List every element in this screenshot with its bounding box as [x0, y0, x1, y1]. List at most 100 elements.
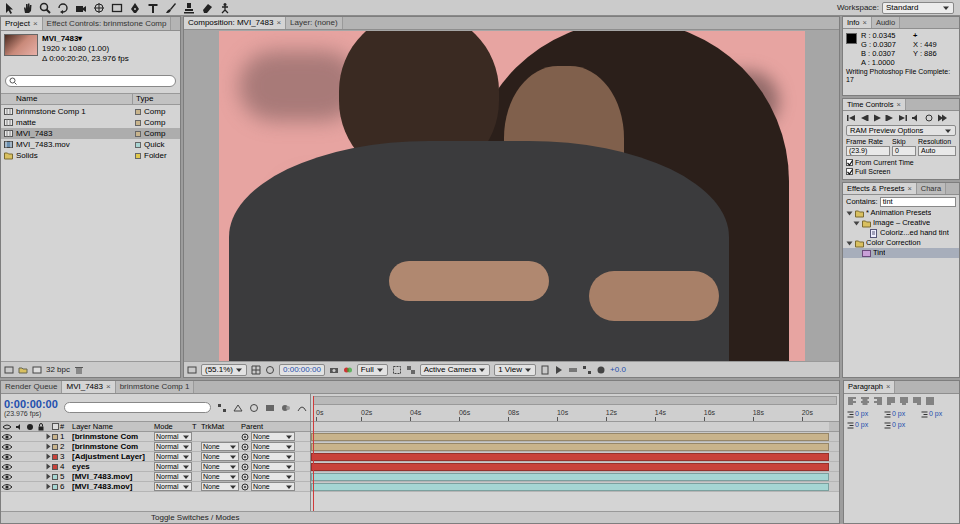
panel-tab[interactable]: Composition: MVI_7483× [184, 17, 286, 29]
align-icon[interactable] [847, 396, 857, 406]
panel-tab[interactable]: Info× [843, 17, 872, 28]
column-t[interactable]: T [192, 421, 201, 432]
mode-dropdown[interactable]: Normal [154, 482, 192, 491]
close-button[interactable]: × [907, 183, 911, 194]
trkmat-dropdown[interactable]: None [201, 442, 239, 451]
camera-dropdown[interactable]: Active Camera [420, 364, 490, 376]
exposure-value[interactable]: +0.0 [610, 364, 626, 376]
previous-frame-icon[interactable] [859, 113, 869, 123]
disclosure-icon[interactable] [846, 210, 853, 217]
column-index[interactable]: # [60, 421, 72, 432]
column-layer-name[interactable]: Layer Name [72, 421, 154, 432]
eye-icon[interactable] [1, 442, 13, 452]
trkmat-dropdown[interactable]: None [201, 472, 239, 481]
close-button[interactable]: × [863, 17, 867, 28]
expand-toggle[interactable] [45, 453, 52, 460]
effects-tree-item[interactable]: Image – Creative [843, 218, 959, 228]
brush-tool-icon[interactable] [165, 2, 177, 14]
parent-dropdown[interactable]: None [251, 452, 295, 461]
toggle-switches-modes[interactable]: Toggle Switches / Modes [151, 513, 240, 523]
interpret-icon[interactable] [4, 365, 14, 375]
pan-behind-tool-icon[interactable] [93, 2, 105, 14]
layer-name[interactable]: [brinmstone Com [72, 442, 154, 452]
label-color[interactable] [52, 474, 58, 480]
zoom-dropdown[interactable]: (55.1%) [201, 364, 247, 376]
align-icon[interactable] [925, 396, 935, 406]
label-color[interactable] [52, 484, 58, 490]
pickwhip-icon[interactable] [241, 443, 249, 451]
label-color[interactable] [52, 444, 58, 450]
eye-icon[interactable] [1, 472, 13, 482]
disclosure-icon[interactable] [853, 220, 860, 227]
indent-field[interactable]: 0 px [884, 410, 919, 418]
panel-tab[interactable]: Effect Controls: brinmstone Comp [43, 17, 172, 30]
trkmat-dropdown[interactable]: None [201, 462, 239, 471]
panel-tab[interactable]: Render Queue [1, 381, 62, 393]
indent-field[interactable]: 0 px [921, 410, 956, 418]
audio-icon[interactable] [911, 113, 921, 123]
expand-toggle[interactable] [45, 433, 52, 440]
project-item[interactable]: brinmstone Comp 1Comp [1, 106, 180, 117]
always-preview-icon[interactable] [187, 365, 197, 375]
channel-icon[interactable] [343, 365, 353, 375]
disclosure-icon[interactable] [846, 240, 853, 247]
panel-tab[interactable]: Chara [917, 183, 946, 194]
panel-tab[interactable]: Project× [1, 17, 43, 30]
label-color[interactable] [52, 434, 58, 440]
column-trkmat[interactable]: TrkMat [201, 421, 239, 432]
close-button[interactable]: × [276, 17, 281, 29]
parent-dropdown[interactable]: None [251, 472, 295, 481]
pickwhip-icon[interactable] [241, 463, 249, 471]
column-name[interactable]: Name [4, 93, 132, 105]
indent-field[interactable]: 0 px [847, 421, 882, 429]
pickwhip-icon[interactable] [241, 453, 249, 461]
layer-row[interactable]: 6[MVI_7483.mov]NormalNoneNone [1, 482, 310, 492]
pickwhip-icon[interactable] [241, 433, 249, 441]
work-area[interactable] [311, 421, 839, 432]
layer-name[interactable]: [Adjustment Layer] [72, 452, 154, 462]
layer-bar[interactable] [311, 473, 829, 481]
layer-row[interactable]: 3[Adjustment Layer]NormalNoneNone [1, 452, 310, 462]
setting-field[interactable]: Auto [918, 146, 956, 156]
effects-tree-item[interactable]: * Animation Presets [843, 208, 959, 218]
expand-toggle[interactable] [45, 463, 52, 470]
project-item[interactable]: SolidsFolder [1, 150, 180, 161]
effects-tree-item[interactable]: Color Correction [843, 238, 959, 248]
snapshot-icon[interactable] [329, 365, 339, 375]
setting-field[interactable]: (23.9) [846, 146, 890, 156]
pixel-aspect-icon[interactable] [540, 365, 550, 375]
rectangle-tool-icon[interactable] [111, 2, 123, 14]
camera-tool-icon[interactable] [75, 2, 87, 14]
effects-tree-item[interactable]: Tint [843, 248, 959, 258]
footage-name[interactable]: MVI_7483▾ [42, 34, 129, 44]
motion-blur-icon[interactable] [281, 403, 291, 413]
eraser-tool-icon[interactable] [201, 2, 213, 14]
panel-tab[interactable]: MVI_7483× [62, 381, 115, 393]
loop-icon[interactable] [924, 113, 934, 123]
rotate-tool-icon[interactable] [57, 2, 69, 14]
panel-tab[interactable]: brinmstone Comp 1 [116, 381, 195, 393]
time-field[interactable]: 0:00:00:00 [279, 364, 325, 376]
checkbox-option[interactable]: From Current Time [846, 158, 914, 167]
new-comp-icon[interactable] [32, 365, 42, 375]
effects-tree-item[interactable]: Coloriz...ed hand tint [843, 228, 959, 238]
graph-editor-icon[interactable] [297, 403, 307, 413]
flowchart-icon[interactable] [582, 365, 592, 375]
time-navigator[interactable] [313, 396, 837, 405]
pickwhip-icon[interactable] [241, 473, 249, 481]
eye-icon[interactable] [1, 462, 13, 472]
expand-toggle[interactable] [45, 483, 52, 490]
play-icon[interactable] [872, 113, 882, 123]
layer-bar[interactable] [311, 463, 829, 471]
layer-name[interactable]: [MVI_7483.mov] [72, 482, 154, 492]
current-time-indicator[interactable] [313, 396, 314, 511]
layer-bar[interactable] [311, 443, 829, 451]
frame-blending-icon[interactable] [265, 403, 275, 413]
label-color[interactable] [52, 454, 58, 460]
setting-field[interactable]: 0 [892, 146, 916, 156]
indent-field[interactable]: 0 px [884, 421, 919, 429]
timeline-icon[interactable] [568, 365, 578, 375]
layer-bar[interactable] [311, 483, 829, 491]
close-button[interactable]: × [896, 99, 900, 110]
layer-row[interactable]: 5[MVI_7483.mov]NormalNoneNone [1, 472, 310, 482]
